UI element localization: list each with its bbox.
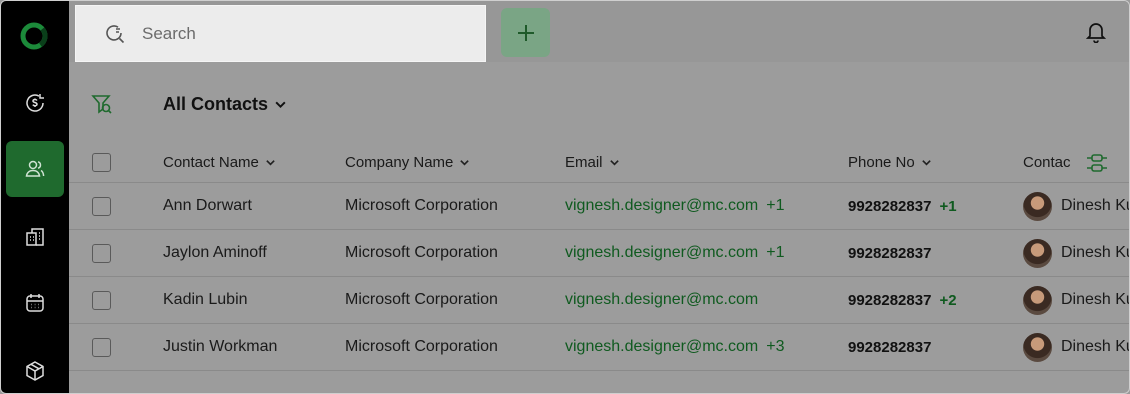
phone-cell: 9928282837 +2	[848, 292, 957, 309]
contact-name[interactable]: Jaylon Aminoff	[163, 244, 267, 262]
table-row[interactable]: Justin Workman Microsoft Corporation vig…	[69, 324, 1130, 371]
email-cell: vignesh.designer@mc.com	[565, 291, 766, 309]
email-cell: vignesh.designer@mc.com +3	[565, 338, 784, 356]
phone-number: 9928282837	[848, 292, 932, 309]
table-row[interactable]: Jaylon Aminoff Microsoft Corporation vig…	[69, 230, 1130, 277]
phone-cell: 9928282837 +1	[848, 198, 957, 215]
chevron-down-icon	[460, 160, 470, 166]
email-link[interactable]: vignesh.designer@mc.com	[565, 197, 758, 214]
phone-cell: 9928282837	[848, 245, 939, 262]
chevron-down-icon	[266, 160, 275, 166]
row-checkbox[interactable]	[92, 244, 111, 263]
row-checkbox[interactable]	[92, 197, 111, 216]
company-name: Microsoft Corporation	[345, 338, 498, 355]
select-all-checkbox[interactable]	[92, 153, 111, 172]
avatar	[1023, 286, 1052, 315]
table-row[interactable]: Ann Dorwart Microsoft Corporation vignes…	[69, 183, 1130, 230]
app-window: All Contacts Contact Name Company Name E…	[0, 0, 1130, 394]
email-link[interactable]: vignesh.designer@mc.com	[565, 338, 758, 355]
column-label: Contact Name	[163, 154, 259, 171]
phone-cell: 9928282837	[848, 339, 939, 356]
contact-name[interactable]: Justin Workman	[163, 338, 277, 356]
column-label: Phone No	[848, 154, 915, 171]
column-header-phone-no[interactable]: Phone No	[848, 154, 932, 171]
phone-extra-count[interactable]: +2	[939, 292, 956, 309]
column-header-email[interactable]: Email	[565, 154, 620, 171]
table-header: Contact Name Company Name Email Phone No…	[69, 141, 1129, 183]
column-header-contact-name[interactable]: Contact Name	[163, 154, 276, 171]
email-extra-count[interactable]: +3	[766, 338, 784, 355]
avatar	[1023, 239, 1052, 268]
contact-owner: Dinesh Ku	[1061, 244, 1130, 261]
email-link[interactable]: vignesh.designer@mc.com	[565, 291, 758, 308]
contact-owner: Dinesh Ku	[1061, 291, 1130, 308]
contact-owner: Dinesh Ku	[1061, 197, 1130, 214]
column-header-contact-owner[interactable]: Contac	[1023, 154, 1071, 171]
table-row[interactable]: Kadin Lubin Microsoft Corporation vignes…	[69, 277, 1130, 324]
phone-number: 9928282837	[848, 198, 932, 215]
contact-name[interactable]: Ann Dorwart	[163, 197, 252, 215]
contact-name[interactable]: Kadin Lubin	[163, 291, 248, 309]
contact-owner: Dinesh Ku	[1061, 338, 1130, 355]
email-cell: vignesh.designer@mc.com +1	[565, 244, 784, 262]
company-name: Microsoft Corporation	[345, 197, 498, 214]
column-label: Contac	[1023, 154, 1071, 171]
column-label: Email	[565, 154, 603, 171]
table-viewport: Contact Name Company Name Email Phone No…	[1, 1, 1130, 393]
email-extra-count[interactable]: +1	[766, 244, 784, 261]
avatar	[1023, 333, 1052, 362]
company-name: Microsoft Corporation	[345, 291, 498, 308]
row-checkbox[interactable]	[92, 291, 111, 310]
email-cell: vignesh.designer@mc.com +1	[565, 197, 784, 215]
phone-extra-count[interactable]: +1	[939, 198, 956, 215]
email-extra-count[interactable]: +1	[766, 197, 784, 214]
company-name: Microsoft Corporation	[345, 244, 498, 261]
phone-number: 9928282837	[848, 245, 932, 262]
phone-number: 9928282837	[848, 339, 932, 356]
column-settings-icon[interactable]	[1086, 153, 1108, 173]
chevron-down-icon	[609, 160, 619, 166]
email-link[interactable]: vignesh.designer@mc.com	[565, 244, 758, 261]
column-label: Company Name	[345, 154, 454, 171]
column-header-company-name[interactable]: Company Name	[345, 154, 470, 171]
chevron-down-icon	[921, 160, 931, 166]
avatar	[1023, 192, 1052, 221]
row-checkbox[interactable]	[92, 338, 111, 357]
